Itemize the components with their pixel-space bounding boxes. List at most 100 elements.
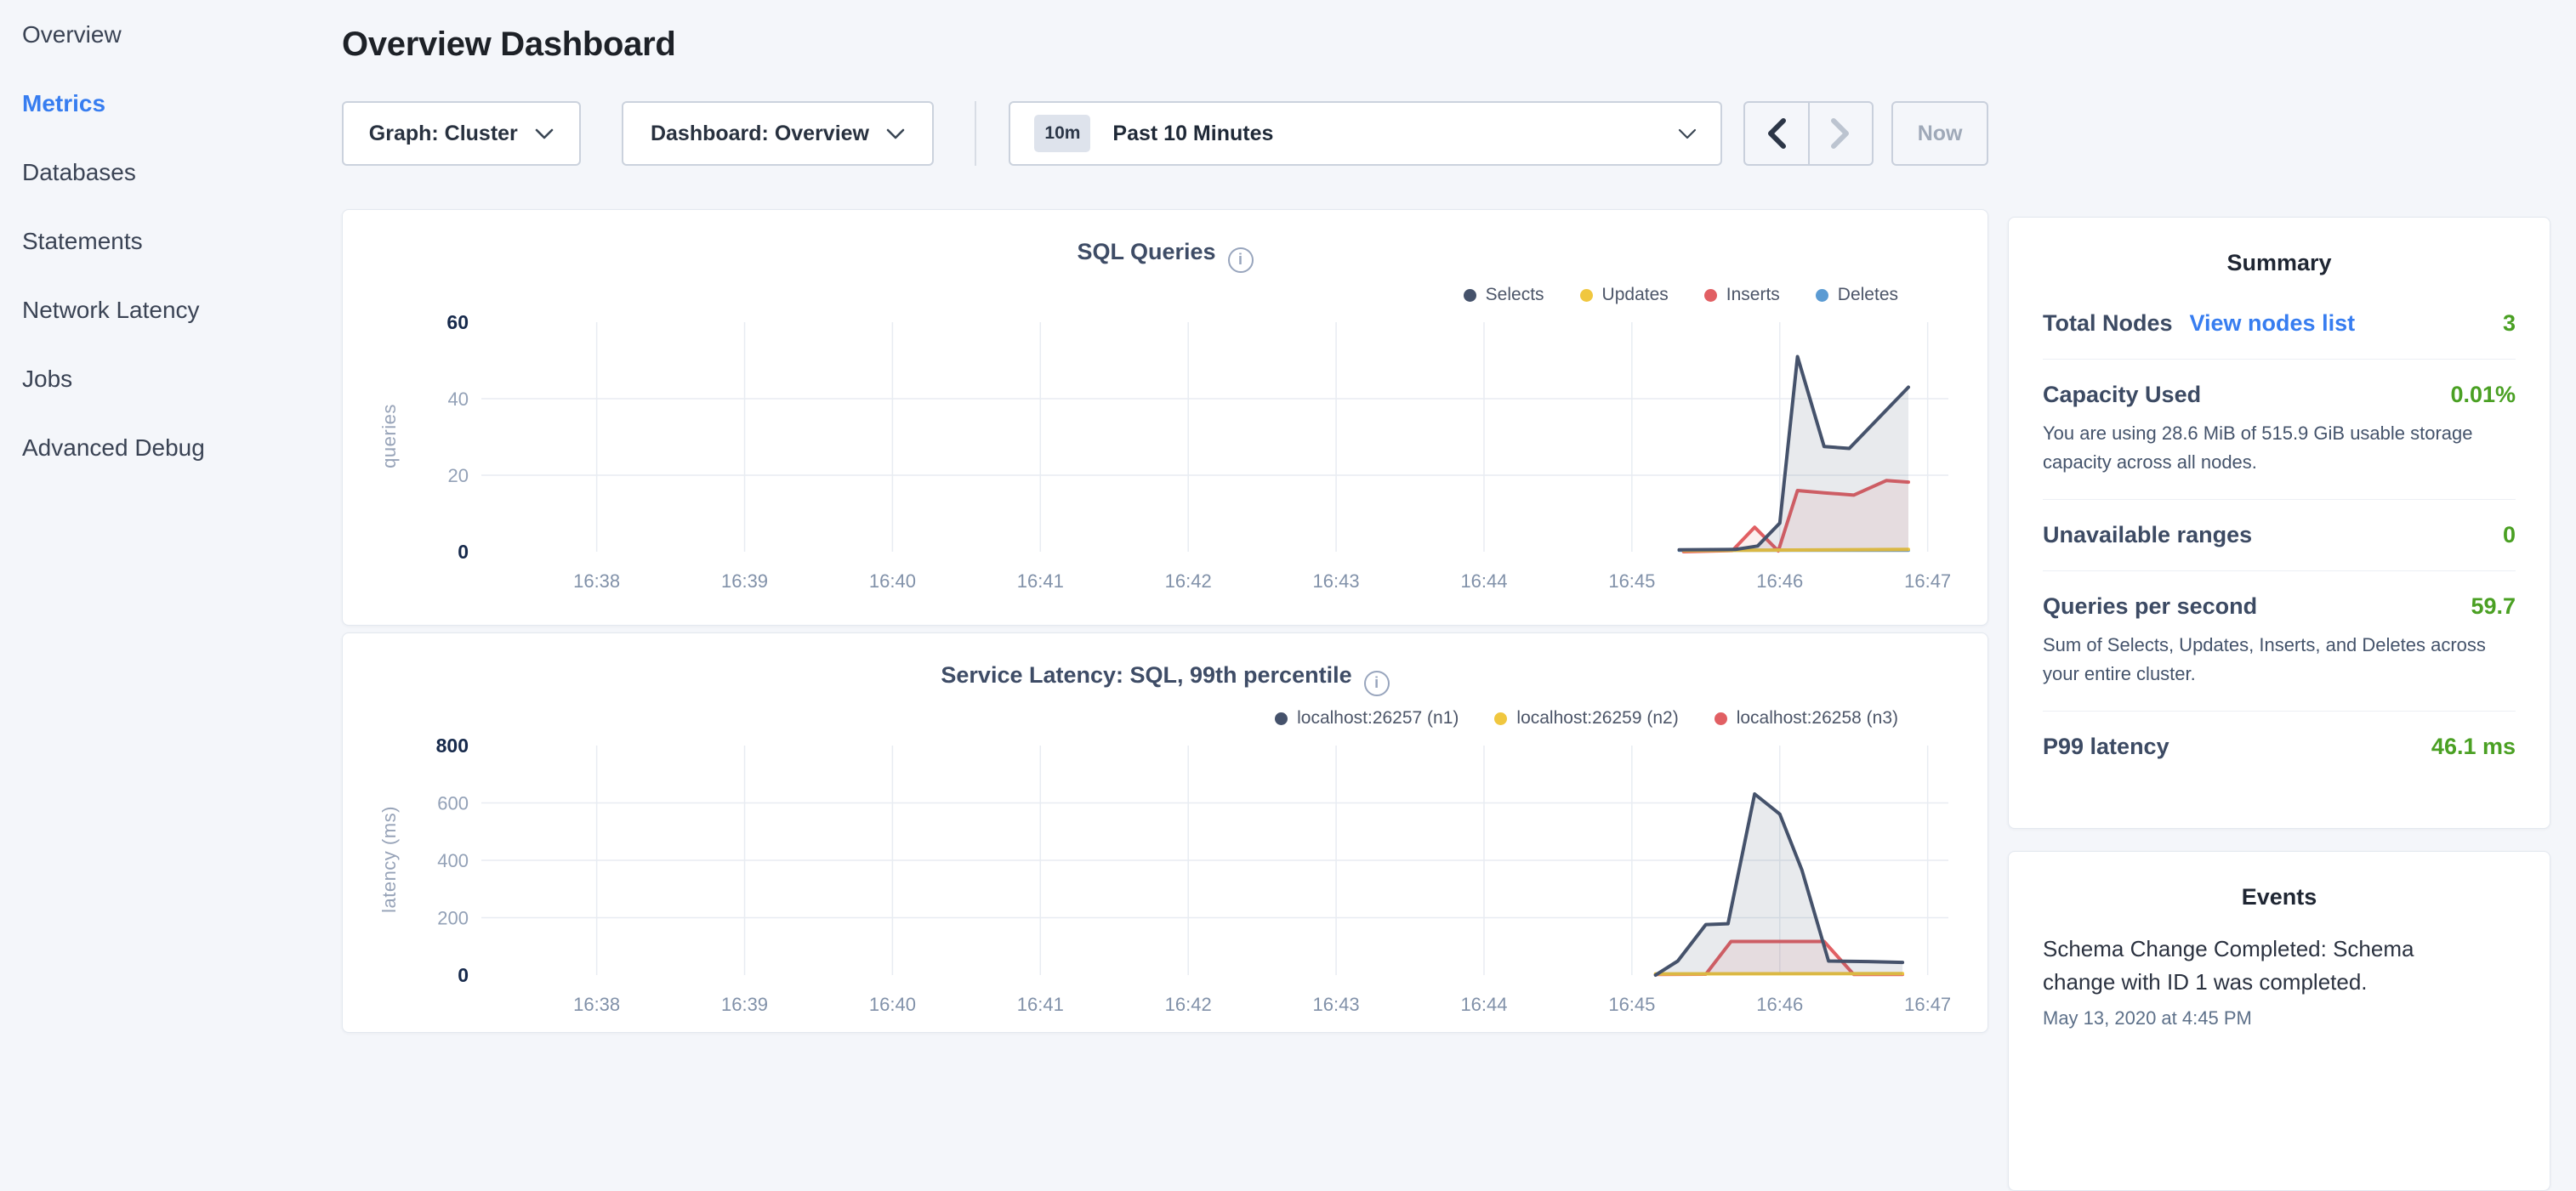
- svg-text:16:45: 16:45: [1608, 570, 1655, 592]
- summary-row: Unavailable ranges 0: [2043, 500, 2516, 571]
- chart-title-row: Service Latency: SQL, 99th percentile i: [343, 662, 1987, 696]
- chart-title-row: SQL Queries i: [343, 239, 1987, 273]
- svg-text:16:41: 16:41: [1017, 570, 1064, 592]
- sidebar-item-databases[interactable]: Databases: [0, 138, 340, 207]
- dashboard-dropdown-label: Dashboard: Overview: [651, 122, 869, 146]
- graph-dropdown[interactable]: Graph: Cluster: [342, 101, 581, 166]
- controls-bar: Graph: Cluster Dashboard: Overview 10m P…: [342, 101, 1988, 166]
- events-title: Events: [2043, 884, 2516, 910]
- legend-item[interactable]: Selects: [1464, 285, 1544, 305]
- svg-text:0: 0: [458, 541, 469, 563]
- summary-row-head: Unavailable ranges 0: [2043, 522, 2516, 548]
- legend-label: localhost:26259 (n2): [1516, 708, 1678, 729]
- chart-legend: Selects Updates Inserts Deletes: [1464, 285, 1898, 305]
- summary-row-value: 0: [2503, 522, 2516, 548]
- summary-row-value: 46.1 ms: [2431, 734, 2516, 760]
- legend-label: Deletes: [1838, 285, 1898, 305]
- svg-text:16:44: 16:44: [1460, 994, 1507, 1015]
- event-timestamp: May 13, 2020 at 4:45 PM: [2043, 1007, 2516, 1029]
- events-panel: Events Schema Change Completed: Schema c…: [2008, 851, 2550, 1191]
- summary-row-description: Sum of Selects, Updates, Inserts, and De…: [2043, 631, 2516, 689]
- summary-row-description: You are using 28.6 MiB of 515.9 GiB usab…: [2043, 419, 2516, 477]
- legend-label: Inserts: [1726, 285, 1780, 305]
- legend-label: Updates: [1602, 285, 1669, 305]
- time-step-buttons: [1743, 101, 1874, 166]
- legend-dot-icon: [1580, 289, 1593, 302]
- main-content: Overview Dashboard Graph: Cluster Dashbo…: [342, 0, 1988, 1033]
- legend-dot-icon: [1714, 712, 1727, 725]
- summary-row-head: Capacity Used 0.01%: [2043, 382, 2516, 408]
- summary-row: Total Nodes View nodes list 3: [2043, 288, 2516, 360]
- svg-text:16:40: 16:40: [869, 994, 916, 1015]
- svg-text:16:39: 16:39: [721, 570, 768, 592]
- svg-text:16:43: 16:43: [1313, 994, 1360, 1015]
- summary-row: P99 latency 46.1 ms: [2043, 712, 2516, 782]
- chevron-down-icon: [1678, 128, 1697, 139]
- svg-text:16:39: 16:39: [721, 994, 768, 1015]
- summary-row-label: P99 latency: [2043, 734, 2169, 760]
- legend-dot-icon: [1816, 289, 1828, 302]
- legend-dot-icon: [1464, 289, 1476, 302]
- chevron-down-icon: [535, 128, 554, 139]
- event-item[interactable]: Schema Change Completed: Schema change w…: [2043, 933, 2516, 1029]
- legend-label: Selects: [1486, 285, 1544, 305]
- svg-text:16:46: 16:46: [1756, 570, 1803, 592]
- time-range-dropdown[interactable]: 10m Past 10 Minutes: [1009, 101, 1722, 166]
- sidebar-item-statements[interactable]: Statements: [0, 207, 340, 275]
- summary-row-value: 59.7: [2471, 593, 2516, 620]
- time-prev-button[interactable]: [1745, 103, 1808, 164]
- svg-text:16:46: 16:46: [1756, 994, 1803, 1015]
- view-nodes-list-link[interactable]: View nodes list: [2190, 310, 2356, 337]
- chart-title: Service Latency: SQL, 99th percentile: [941, 662, 1351, 688]
- sidebar-item-network-latency[interactable]: Network Latency: [0, 275, 340, 344]
- legend-item[interactable]: localhost:26258 (n3): [1714, 708, 1898, 729]
- summary-row: Queries per second59.7Sum of Selects, Up…: [2043, 571, 2516, 712]
- svg-text:16:42: 16:42: [1165, 994, 1212, 1015]
- legend-dot-icon: [1704, 289, 1717, 302]
- summary-row-label: Capacity Used: [2043, 382, 2201, 408]
- page-title: Overview Dashboard: [342, 26, 1988, 64]
- legend-item[interactable]: Deletes: [1816, 285, 1898, 305]
- legend-item[interactable]: Updates: [1580, 285, 1669, 305]
- info-icon[interactable]: i: [1364, 671, 1390, 696]
- legend-dot-icon: [1494, 712, 1507, 725]
- sql-queries-chart-card: SQL Queries i Selects Updates Inserts Delete…: [342, 209, 1988, 626]
- svg-text:16:45: 16:45: [1608, 994, 1655, 1015]
- svg-text:16:44: 16:44: [1460, 570, 1507, 592]
- svg-text:16:40: 16:40: [869, 570, 916, 592]
- legend-item[interactable]: localhost:26259 (n2): [1494, 708, 1678, 729]
- svg-text:60: 60: [446, 311, 469, 333]
- svg-text:800: 800: [436, 734, 469, 757]
- summary-row-label: Total Nodes: [2043, 310, 2173, 337]
- summary-title: Summary: [2043, 250, 2516, 276]
- svg-text:600: 600: [437, 793, 469, 814]
- summary-rows: Total Nodes View nodes list 3 Capacity Used…: [2043, 288, 2516, 782]
- info-icon[interactable]: i: [1228, 247, 1254, 273]
- sidebar-item-advanced-debug[interactable]: Advanced Debug: [0, 413, 340, 482]
- svg-text:16:43: 16:43: [1313, 570, 1360, 592]
- chart-legend: localhost:26257 (n1) localhost:26259 (n2)…: [1275, 708, 1898, 729]
- svg-text:16:47: 16:47: [1904, 570, 1951, 592]
- chevron-down-icon: [886, 128, 905, 139]
- legend-item[interactable]: localhost:26257 (n1): [1275, 708, 1459, 729]
- svg-text:16:38: 16:38: [573, 570, 620, 592]
- legend-dot-icon: [1275, 712, 1288, 725]
- chart-title: SQL Queries: [1077, 239, 1215, 264]
- summary-row-label: Unavailable ranges: [2043, 522, 2252, 548]
- sidebar-item-overview[interactable]: Overview: [0, 0, 340, 69]
- svg-text:16:41: 16:41: [1017, 994, 1064, 1015]
- time-next-button[interactable]: [1808, 103, 1873, 164]
- summary-row-value: 3: [2503, 310, 2516, 337]
- sidebar-item-jobs[interactable]: Jobs: [0, 344, 340, 413]
- summary-row-value: 0.01%: [2450, 382, 2516, 408]
- controls-divider: [975, 101, 976, 166]
- dashboard-dropdown[interactable]: Dashboard: Overview: [622, 101, 935, 166]
- summary-row-head: P99 latency 46.1 ms: [2043, 734, 2516, 760]
- svg-text:20: 20: [448, 465, 469, 486]
- time-range-label: Past 10 Minutes: [1112, 122, 1678, 146]
- legend-item[interactable]: Inserts: [1704, 285, 1780, 305]
- sidebar-nav: OverviewMetricsDatabasesStatementsNetwor…: [0, 0, 340, 482]
- now-button[interactable]: Now: [1891, 101, 1988, 166]
- service-latency-chart-card: Service Latency: SQL, 99th percentile i l…: [342, 632, 1988, 1033]
- sidebar-item-metrics[interactable]: Metrics: [0, 69, 340, 138]
